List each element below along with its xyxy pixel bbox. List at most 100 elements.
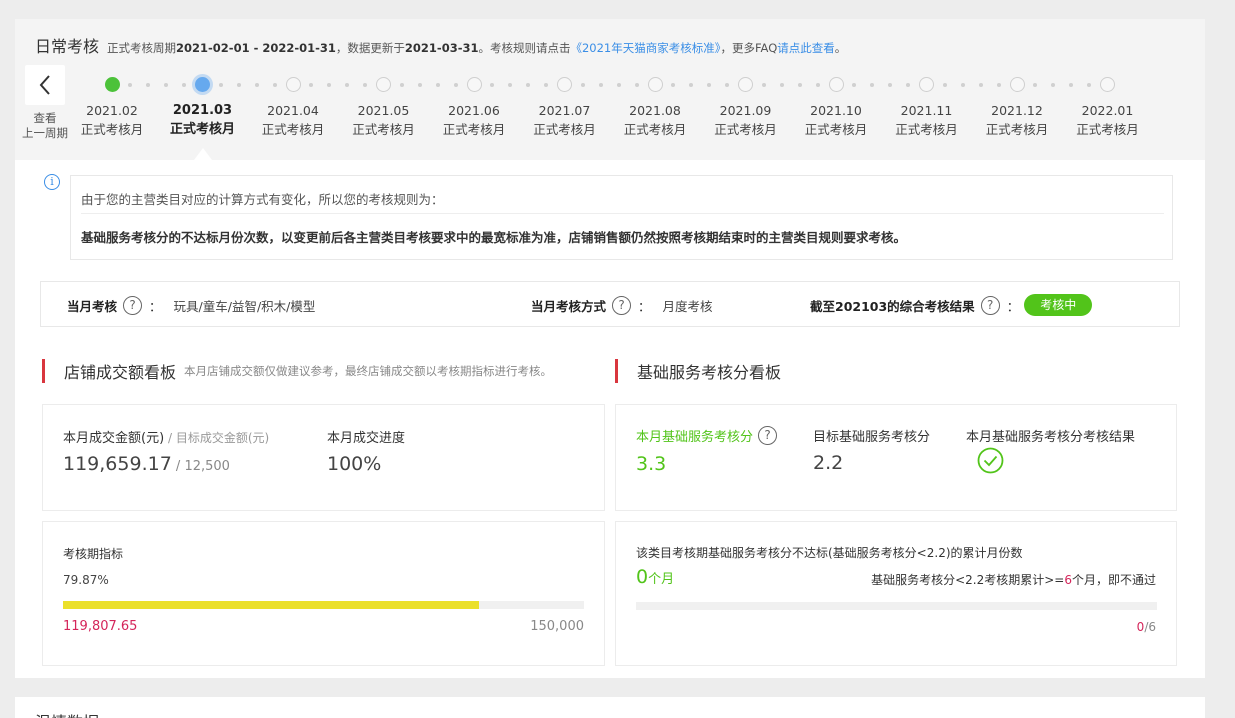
timeline-connector-dot [707,83,712,87]
period-progress-fill [63,601,480,609]
timeline-connector-dot [797,83,802,87]
timeline-connector-dot [761,83,766,87]
timeline-connector-dot [236,83,241,87]
timeline-dot[interactable] [285,77,301,92]
monthly-sales-panel: 本月成交金额(元) / 目标成交金额(元) 119,659.17 / 12,50… [42,404,605,511]
timeline-month-2021.06[interactable]: 2021.06 正式考核月 [429,101,519,139]
current-month-pointer [194,148,212,160]
timeline-connector-dot [128,83,133,87]
timeline-dot[interactable] [1009,77,1025,92]
timeline-month-2021.03[interactable]: 2021.03 正式考核月 [158,101,248,139]
timeline-dot[interactable] [104,77,120,92]
timeline-connector-dot [689,83,694,87]
timeline-connector-dot [852,83,857,87]
timeline-connector-dot [345,83,350,87]
target-score-value: 2.2 [813,452,844,474]
notice-divider [81,213,1164,214]
timeline-track [15,77,1205,93]
timeline-connector-dot [779,83,784,87]
amount-value: 119,659.17 / 12,500 [63,453,230,475]
timeline-month-2021.02[interactable]: 2021.02 正式考核月 [67,101,157,139]
timeline-connector-dot [671,83,676,87]
timeline-month-2022.01[interactable]: 2022.01 正式考核月 [1063,101,1153,139]
timeline-dot[interactable] [1100,77,1115,92]
score-result-label: 本月基础服务考核分考核结果 [966,430,1136,445]
question-icon[interactable]: ? [980,295,1000,315]
service-section-title: 基础服务考核分看板 [615,359,781,383]
timeline-dot[interactable] [195,77,210,92]
timeline-connector-dot [182,83,187,87]
timeline-dot[interactable] [557,77,572,92]
timeline-connector-dot [870,83,875,87]
timeline-connector-dot [399,83,404,87]
score-label: 本月基础服务考核分 ? [636,426,784,445]
daily-assessment-card: 日常考核 正式考核周期2021-02-01 - 2022-01-31，数据更新于… [15,19,1205,678]
previous-period-label[interactable]: 查看 上一周期 [19,111,71,141]
notice-line-1: 由于您的主营类目对应的计算方式有变化，所以您的考核规则为： [81,192,444,207]
exam-category: 当月考核 ? ： 玩具/童车/益智/积木/模型 [67,295,316,315]
timeline-connector-dot [888,83,893,87]
timeline-month-2021.11[interactable]: 2021.11 正式考核月 [882,101,972,139]
timeline-month-2021.07[interactable]: 2021.07 正式考核月 [520,101,610,139]
timeline-month-2021.12[interactable]: 2021.12 正式考核月 [972,101,1062,139]
timeline-month-2021.05[interactable]: 2021.05 正式考核月 [339,101,429,139]
fail-months-title: 该类目考核期基础服务考核分不达标(基础服务考核分<2.2)的累计月份数 [636,546,1023,560]
timeline-connector-dot [272,83,277,87]
timeline-connector-dot [363,83,368,87]
timeline-connector-dot [580,83,585,87]
timeline-dot[interactable] [828,77,844,92]
page-title: 日常考核 [35,37,100,56]
period-description: 正式考核周期2021-02-01 - 2022-01-31，数据更新于2021-… [107,41,847,55]
fail-months-panel: 该类目考核期基础服务考核分不达标(基础服务考核分<2.2)的累计月份数 0个月 … [615,521,1177,666]
timeline-month-2021.10[interactable]: 2021.10 正式考核月 [791,101,881,139]
fail-progress-bar [636,602,1157,610]
warm-data-card: 温情数据 [15,697,1205,718]
timeline-dot[interactable] [376,77,391,92]
exam-method: 当月考核方式 ? ： 月度考核 [531,295,713,315]
exam-category-value: 玩具/童车/益智/积木/模型 [173,298,316,314]
service-score-panel: 本月基础服务考核分 ? 3.3 目标基础服务考核分 2.2 本月基础服务考核分考… [615,404,1177,511]
timeline-connector-dot [1033,83,1038,87]
timeline-dot[interactable] [919,77,934,92]
timeline-connector-dot [996,83,1001,87]
notice-line-2: 基础服务考核分的不达标月份次数，以变更前后各主营类目考核要求中的最宽标准为准，店… [81,230,907,245]
timeline-connector-dot [417,83,422,87]
progress-label: 本月成交进度 [327,431,406,446]
question-icon[interactable]: ? [758,426,778,445]
timeline-month-2021.09[interactable]: 2021.09 正式考核月 [701,101,791,139]
target-score-label: 目标基础服务考核分 [813,430,931,445]
question-icon[interactable]: ? [123,295,143,315]
period-indicator-panel: 考核期指标 79.87% 119,807.65 150,000 [42,521,605,666]
timeline-connector-dot [1087,83,1092,87]
rule-notice: 由于您的主营类目对应的计算方式有变化，所以您的考核规则为： 基础服务考核分的不达… [70,175,1173,260]
timeline-connector-dot [960,83,965,87]
period-progress-bar [63,601,584,609]
timeline-connector-dot [254,83,259,87]
timeline-connector-dot [435,83,440,87]
rule-standard-link[interactable]: 《2021年天猫商家考核标准》 [570,41,720,55]
exam-summary-bar: 当月考核 ? ： 玩具/童车/益智/积木/模型 当月考核方式 ? ： 月度考核 … [40,281,1180,327]
faq-link[interactable]: 请点此查看 [777,41,835,55]
progress-value: 100% [327,453,382,475]
timeline-connector-dot [1069,83,1074,87]
timeline-connector-dot [634,83,639,87]
fail-rule-text: 基础服务考核分<2.2考核期累计>=6个月，即不通过 [871,573,1156,587]
timeline-connector-dot [327,83,332,87]
timeline-month-2021.08[interactable]: 2021.08 正式考核月 [610,101,700,139]
timeline-dot[interactable] [647,77,663,92]
warm-data-title: 温情数据 [35,709,99,718]
timeline-month-2021.04[interactable]: 2021.04 正式考核月 [248,101,338,139]
info-icon: i [44,174,60,190]
timeline-connector-dot [218,83,223,87]
period-label: 考核期指标 [63,547,124,561]
timeline-connector-dot [146,83,151,87]
fail-months-value: 0个月 [636,566,675,588]
timeline-dot[interactable] [738,77,753,92]
status-badge: 考核中 [1024,294,1093,316]
question-icon[interactable]: ? [612,295,632,315]
timeline-connector-dot [164,83,169,87]
timeline-connector-dot [815,83,820,87]
timeline-connector-dot [725,83,730,87]
timeline-dot[interactable] [466,77,482,92]
amount-label: 本月成交金额(元) / 目标成交金额(元) [63,431,270,446]
